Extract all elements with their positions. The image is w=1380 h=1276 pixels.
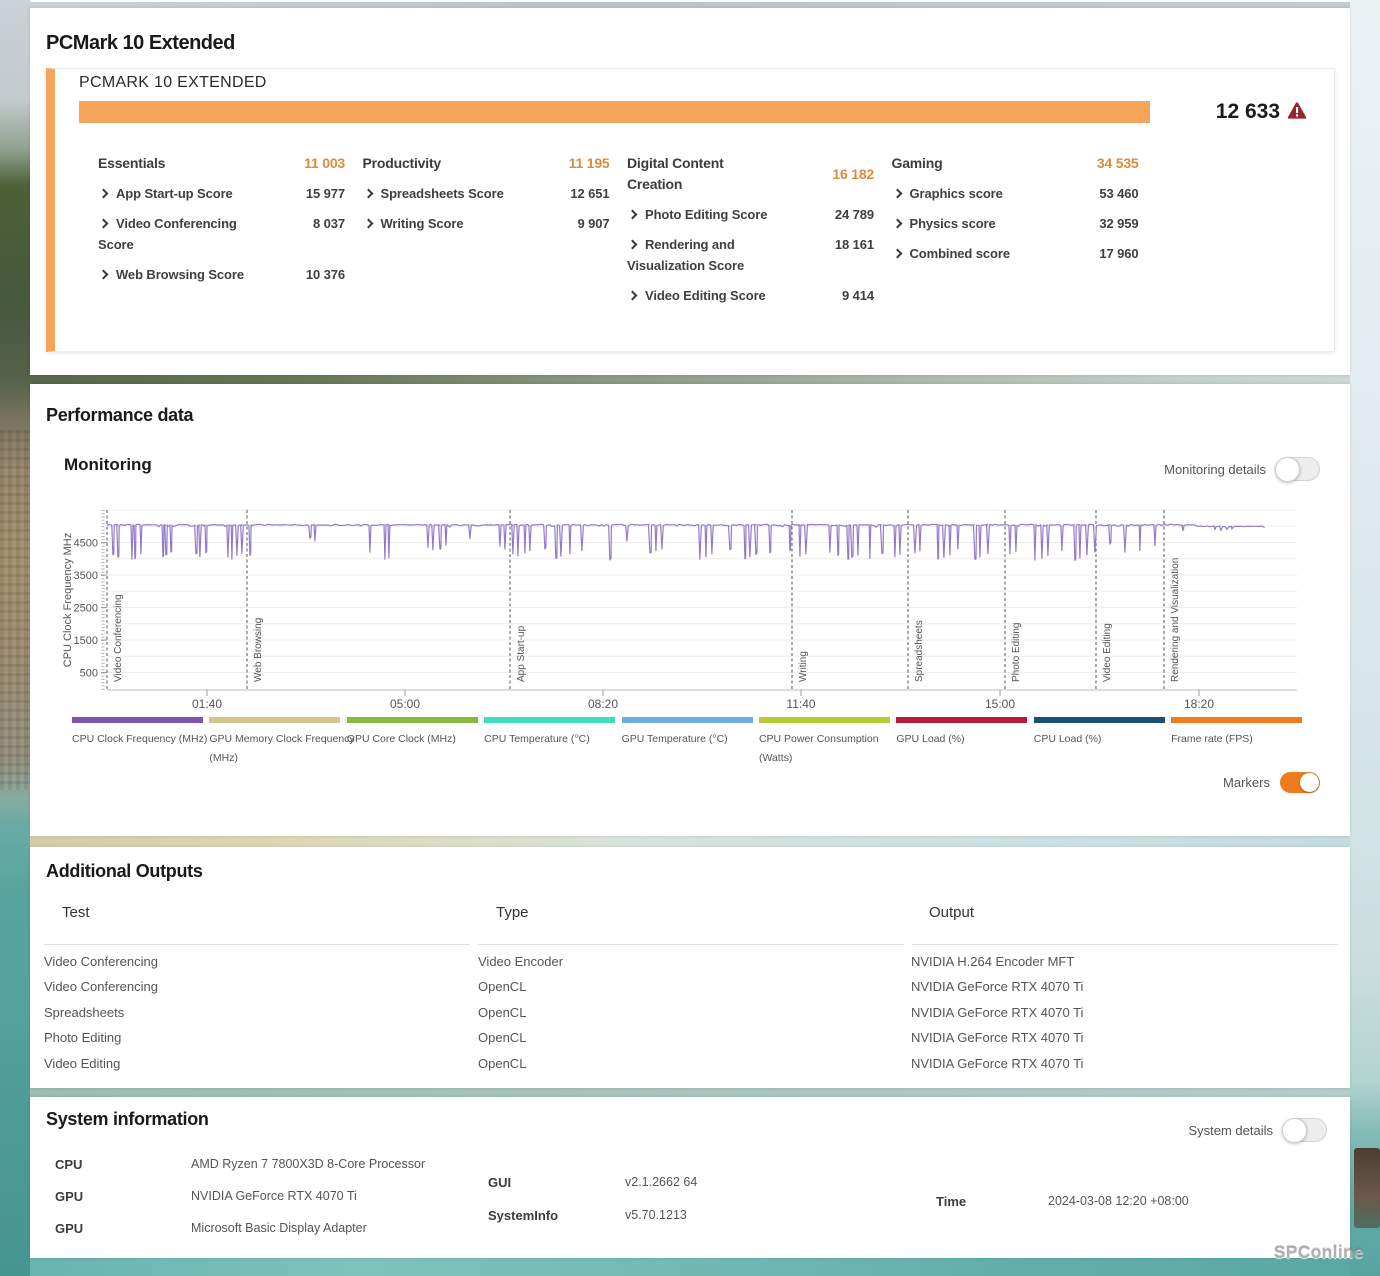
svg-text:Photo Editing: Photo Editing bbox=[1011, 623, 1022, 683]
svg-text:Writing: Writing bbox=[798, 651, 809, 682]
svg-text:05:00: 05:00 bbox=[390, 697, 420, 711]
svg-text:Video Editing: Video Editing bbox=[1102, 623, 1113, 682]
svg-text:App Start-up: App Start-up bbox=[516, 625, 527, 682]
svg-text:1500: 1500 bbox=[74, 635, 98, 647]
svg-text:4500: 4500 bbox=[74, 538, 98, 550]
svg-text:500: 500 bbox=[80, 668, 98, 680]
svg-text:CPU Clock Frequency MHz: CPU Clock Frequency MHz bbox=[62, 533, 74, 667]
svg-text:15:00: 15:00 bbox=[985, 697, 1015, 711]
svg-text:01:40: 01:40 bbox=[192, 697, 222, 711]
svg-text:11:40: 11:40 bbox=[786, 697, 815, 711]
svg-text:Video Conferencing: Video Conferencing bbox=[113, 594, 124, 682]
svg-text:18:20: 18:20 bbox=[1184, 697, 1214, 711]
svg-text:Rendering and Visualization: Rendering and Visualization bbox=[1170, 558, 1181, 682]
svg-text:08:20: 08:20 bbox=[588, 697, 618, 711]
svg-text:2500: 2500 bbox=[74, 603, 98, 615]
svg-text:Spreadsheets: Spreadsheets bbox=[914, 620, 925, 682]
svg-text:3500: 3500 bbox=[74, 570, 98, 582]
svg-text:Web Browsing: Web Browsing bbox=[253, 618, 264, 682]
